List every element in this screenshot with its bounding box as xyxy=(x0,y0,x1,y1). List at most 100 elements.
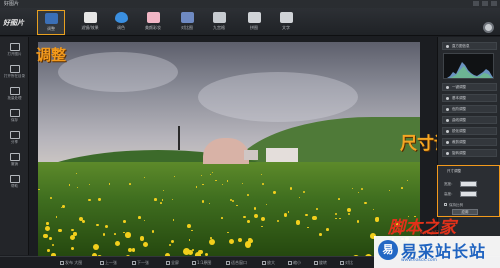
tool-filter[interactable]: 滤镜/效果 xyxy=(76,10,104,35)
flower xyxy=(261,182,264,185)
zoom-out-button[interactable]: 缩小 xyxy=(288,260,301,266)
section-label: 色阶调整 xyxy=(452,107,466,111)
flower xyxy=(312,215,317,221)
flower xyxy=(98,198,101,201)
rotate-button[interactable]: 旋转 xyxy=(314,260,327,266)
flower xyxy=(139,236,145,241)
annotation-adjust: 调整 xyxy=(36,46,67,64)
sidebar-item-share[interactable]: 分享 xyxy=(4,131,25,145)
tool-adjust[interactable]: 调整 xyxy=(37,10,65,35)
sidebar-item-folder[interactable]: 打开所在目录 xyxy=(4,65,25,79)
keep-ratio-checkbox[interactable]: 保持比例 xyxy=(444,203,463,208)
section-sharpen[interactable]: 锐化调整 xyxy=(442,127,497,135)
flower xyxy=(231,199,234,202)
minimize-button[interactable] xyxy=(473,1,479,6)
bottom-label: 发布 大图 xyxy=(65,260,83,265)
flower xyxy=(243,215,246,218)
flower xyxy=(209,173,211,175)
help-icon xyxy=(9,175,20,183)
bottom-label: 旋转 xyxy=(319,260,327,265)
compare-button[interactable]: 对比 xyxy=(340,260,353,266)
section-label: 直方图信息 xyxy=(452,44,470,48)
window-controls xyxy=(473,1,497,6)
photo-canvas[interactable] xyxy=(38,42,420,256)
prev-button[interactable]: 上一张 xyxy=(100,260,117,266)
flower xyxy=(356,219,360,223)
tool-text[interactable]: 文字 xyxy=(272,10,300,35)
tool-compare[interactable]: 对比图 xyxy=(173,10,201,35)
prev-icon xyxy=(100,261,104,265)
watermark-url: www.easck.com xyxy=(401,258,438,263)
flower xyxy=(151,230,155,233)
sidebar-item-save[interactable]: 保存 xyxy=(4,109,25,123)
sidebar-item-help[interactable]: 帮助 xyxy=(4,175,25,189)
width-input[interactable] xyxy=(460,181,477,187)
main-toolbar: 好图片 调整 滤镜/效果 调色 美颜彩妆 对比图 九宫格 拼图 文字 xyxy=(0,8,500,36)
sidebar-item-label: 分享 xyxy=(11,140,18,144)
flower xyxy=(104,224,109,228)
flower xyxy=(357,192,359,194)
section-curves[interactable]: 曲线调整 xyxy=(442,116,497,124)
bottom-label: 下一张 xyxy=(137,260,149,265)
section-levels[interactable]: 色阶调整 xyxy=(442,105,497,113)
fit-window-button[interactable]: 适合窗口 xyxy=(226,260,247,266)
sidebar-item-batch[interactable]: 批量处理 xyxy=(4,87,25,101)
flower xyxy=(47,248,50,252)
flower xyxy=(108,183,110,185)
sidebar-item-label: 打开所在目录 xyxy=(4,74,25,78)
tool-collage[interactable]: 拼图 xyxy=(240,10,268,35)
flower xyxy=(69,235,75,241)
original-size-button[interactable]: 1:1原图 xyxy=(192,260,211,266)
section-label: 基本调整 xyxy=(452,96,466,100)
section-histogram[interactable]: 直方图信息 xyxy=(442,42,497,50)
tool-label: 滤镜/效果 xyxy=(81,25,99,30)
close-button[interactable] xyxy=(491,1,497,6)
tool-color[interactable]: 调色 xyxy=(107,10,135,35)
app-window: 好图片 好图片 调整 滤镜/效果 调色 美颜彩妆 对比图 九宫格 拼图 文字 打… xyxy=(0,0,500,268)
section-crop[interactable]: 裁剪调整 xyxy=(442,138,497,146)
bottom-label: 适合窗口 xyxy=(231,260,247,265)
sidebar-item-open[interactable]: 打开图片 xyxy=(4,43,25,57)
bullet-icon xyxy=(446,86,449,89)
adjust-icon xyxy=(44,13,58,24)
bottom-label: 放大 xyxy=(267,260,275,265)
photo-tent xyxy=(266,148,298,162)
resize-title: 尺寸调整 xyxy=(447,169,461,173)
section-label: 旋转调整 xyxy=(452,151,466,155)
next-button[interactable]: 下一张 xyxy=(132,260,149,266)
maximize-button[interactable] xyxy=(482,1,488,6)
section-one-click[interactable]: 一键调整 xyxy=(442,83,497,91)
share-icon xyxy=(9,131,20,139)
tool-grid[interactable]: 九宫格 xyxy=(205,10,233,35)
flower xyxy=(49,236,52,240)
height-input[interactable] xyxy=(460,191,477,197)
section-label: 裁剪调整 xyxy=(452,140,466,144)
open-file-icon xyxy=(9,43,20,51)
flower xyxy=(215,179,217,182)
flower xyxy=(276,219,279,222)
tool-label: 拼图 xyxy=(250,25,258,30)
flower xyxy=(253,207,257,210)
flower xyxy=(57,228,62,233)
publish-button[interactable]: 发布 大图 xyxy=(60,260,82,266)
bottom-label: 缩小 xyxy=(293,260,301,265)
sidebar-item-undo[interactable]: 撤销 xyxy=(4,153,25,167)
section-rotate[interactable]: 旋转调整 xyxy=(442,149,497,157)
bullet-icon xyxy=(446,130,449,133)
tool-label: 调整 xyxy=(47,26,55,31)
photo-tower xyxy=(178,126,180,150)
sidebar-item-label: 帮助 xyxy=(11,184,18,188)
zoom-in-button[interactable]: 放大 xyxy=(262,260,275,266)
tool-label: 美颜彩妆 xyxy=(145,25,161,30)
tool-beauty[interactable]: 美颜彩妆 xyxy=(139,10,167,35)
settings-gear-icon[interactable] xyxy=(483,22,494,33)
bullet-icon xyxy=(446,45,449,48)
flower xyxy=(161,199,163,201)
section-basic[interactable]: 基本调整 xyxy=(442,94,497,102)
rotate-icon xyxy=(314,261,318,265)
easck-logo-icon: 易 xyxy=(378,240,398,260)
flower xyxy=(305,213,308,217)
fullscreen-button[interactable]: 全屏 xyxy=(166,260,179,266)
batch-icon xyxy=(9,87,20,95)
flower xyxy=(96,223,99,227)
